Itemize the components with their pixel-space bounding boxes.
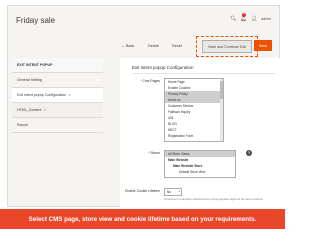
sidebar-heading: EXIT INTENT POPUP <box>12 58 103 73</box>
check-icon: ✓ <box>43 108 47 112</box>
user-icon[interactable]: 👤︎ <box>251 16 257 22</box>
page-title: Friday sale <box>16 16 56 25</box>
store-option[interactable]: Default Store View <box>165 169 235 175</box>
back-button[interactable]: ← Back <box>121 44 134 48</box>
sidebar-item-label: General Setting <box>17 78 42 82</box>
delete-button[interactable]: Delete <box>148 44 159 48</box>
sidebar-item-label: Exit intent popup Configuration <box>17 93 67 97</box>
sidebar-item-configuration[interactable]: Exit intent popup Configuration ✓ <box>12 88 103 103</box>
stores-label: * Stores <box>126 151 160 155</box>
check-icon: ✓ <box>68 93 72 97</box>
instruction-banner: Select CMS page, store view and cookie l… <box>0 209 285 229</box>
banner-text: Select CMS page, store view and cookie l… <box>28 215 257 223</box>
cms-pages-label-text: Cms Pages <box>142 79 160 83</box>
scrollbar[interactable] <box>220 79 223 141</box>
cookie-lifetime-value: No <box>167 190 172 194</box>
cookie-lifetime-label: Enable Cookie Lifetime <box>125 189 160 193</box>
search-icon[interactable]: 🔍︎ <box>230 16 236 22</box>
reset-button[interactable]: Reset <box>172 44 182 48</box>
sidebar-item-html-content[interactable]: HTML_Content ✓ <box>12 103 103 118</box>
sidebar-item-general-setting[interactable]: General Setting <box>12 73 103 88</box>
chevron-down-icon: ▾ <box>178 190 180 193</box>
scroll-thumb[interactable] <box>220 81 223 99</box>
save-button[interactable]: Save <box>254 40 272 51</box>
bell-icon: 🔔︎ <box>240 16 247 22</box>
header-tools: 🔍︎ 🔔︎ 1 👤︎ admin <box>230 12 271 22</box>
section-divider <box>132 73 276 74</box>
notification-count: 1 <box>242 12 247 17</box>
cms-pages-label: * Cms Pages <box>126 79 160 83</box>
sidebar: EXIT INTENT POPUP General Setting Exit i… <box>12 58 103 208</box>
sidebar-heading-label: EXIT INTENT POPUP <box>17 63 53 67</box>
config-panel: Exit intent popup Configuration * Cms Pa… <box>120 58 280 210</box>
admin-window: Friday sale 🔍︎ 🔔︎ 1 👤︎ admin ← Back Dele… <box>7 5 280 210</box>
save-continue-button[interactable]: Save and Continue Edit <box>202 40 252 53</box>
notifications-bell[interactable]: 🔔︎ 1 <box>240 12 247 22</box>
cms-option[interactable]: Registration Form <box>165 133 223 139</box>
sidebar-item-report[interactable]: Report <box>12 118 103 133</box>
sidebar-item-label: Report <box>17 123 28 127</box>
cookie-lifetime-select[interactable]: No ▾ <box>164 188 182 196</box>
stores-label-text: Stores <box>150 151 160 155</box>
stores-multiselect[interactable]: All Store Views Main Website Main Websit… <box>164 150 236 178</box>
cms-pages-multiselect[interactable]: Home Page Enable Cookies Privacy Policy … <box>164 78 224 142</box>
section-title: Exit intent popup Configuration <box>132 65 194 70</box>
action-bar: ← Back Delete Reset Save and Continue Ed… <box>8 36 279 57</box>
user-menu[interactable]: admin <box>261 17 271 21</box>
cookie-lifetime-note: If customer is eventually closed/remove … <box>164 198 264 201</box>
help-icon[interactable]: ? <box>246 150 252 156</box>
sidebar-item-label: HTML_Content <box>17 108 42 112</box>
